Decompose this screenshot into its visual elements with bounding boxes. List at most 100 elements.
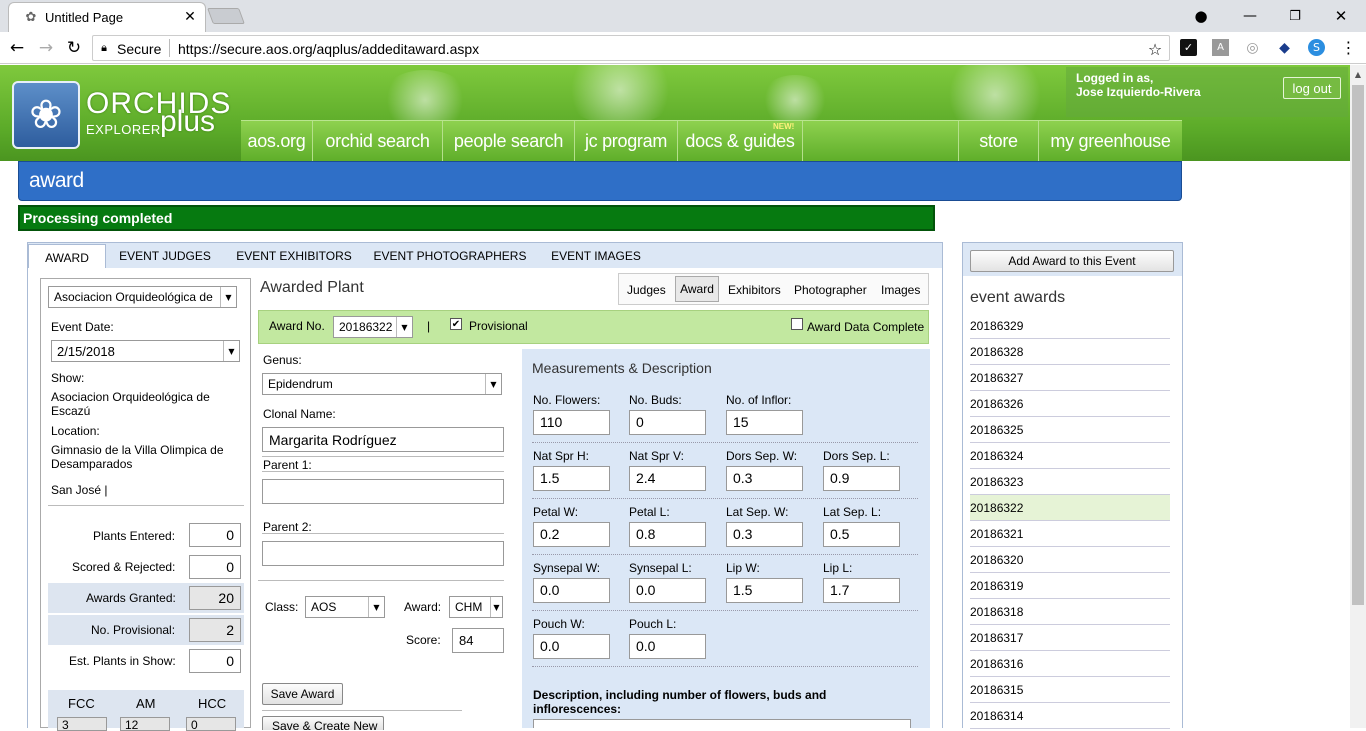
- subtab-images[interactable]: Images: [881, 283, 920, 297]
- event-award-item[interactable]: 20186329: [970, 313, 1170, 339]
- event-award-item[interactable]: 20186321: [970, 521, 1170, 547]
- orchid-logo-icon[interactable]: ❀: [12, 81, 80, 149]
- event-award-item[interactable]: 20186316: [970, 651, 1170, 677]
- synsepal-l-input[interactable]: 0.0: [629, 578, 706, 603]
- petal-w-input[interactable]: 0.2: [533, 522, 610, 547]
- extension-skype-icon[interactable]: S: [1308, 39, 1325, 56]
- minimize-icon[interactable]: —: [1238, 5, 1262, 27]
- provisional-checkbox[interactable]: ✔: [450, 318, 462, 330]
- subtab-photographer[interactable]: Photographer: [794, 283, 867, 297]
- reload-icon[interactable]: ↻: [63, 37, 85, 59]
- profile-icon[interactable]: ●: [1190, 5, 1212, 27]
- clonal-name-input[interactable]: Margarita Rodríguez: [262, 427, 504, 452]
- extension-cap-icon[interactable]: ◆: [1276, 39, 1293, 56]
- tab-award[interactable]: AWARD: [28, 244, 106, 270]
- nav-store[interactable]: store: [959, 121, 1039, 161]
- lat-sep-w-input[interactable]: 0.3: [726, 522, 803, 547]
- nav-my-greenhouse[interactable]: my greenhouse: [1039, 121, 1182, 161]
- save-award-button[interactable]: Save Award: [262, 683, 343, 705]
- parent2-input[interactable]: [262, 541, 504, 566]
- lat-sep-w-label: Lat Sep. W:: [726, 505, 789, 519]
- new-tab-button[interactable]: [207, 8, 245, 24]
- event-award-item[interactable]: 20186322: [970, 495, 1170, 521]
- class-value: AOS: [311, 600, 337, 614]
- event-award-item[interactable]: 20186315: [970, 677, 1170, 703]
- extension-pdf-icon[interactable]: A: [1212, 39, 1229, 56]
- synsepal-w-input[interactable]: 0.0: [533, 578, 610, 603]
- tab-event-images[interactable]: EVENT IMAGES: [542, 244, 650, 268]
- society-select[interactable]: Asociacion Orquideológica de ▼: [48, 286, 237, 308]
- browser-tab[interactable]: ✿ Untitled Page ✕: [8, 2, 206, 32]
- page-scrollbar[interactable]: ▲: [1350, 65, 1366, 728]
- menu-icon[interactable]: ⋮: [1340, 38, 1357, 57]
- parent1-input[interactable]: [262, 479, 504, 504]
- event-award-item[interactable]: 20186317: [970, 625, 1170, 651]
- extension-circle-icon[interactable]: ◎: [1244, 39, 1261, 56]
- tab-event-photographers[interactable]: EVENT PHOTOGRAPHERS: [372, 244, 528, 268]
- event-award-item[interactable]: 20186318: [970, 599, 1170, 625]
- url-text[interactable]: https://secure.aos.org/aqplus/addeditawa…: [178, 41, 479, 57]
- event-award-item[interactable]: 20186326: [970, 391, 1170, 417]
- genus-select[interactable]: Epidendrum ▼: [262, 373, 502, 395]
- dors-sep-l-input[interactable]: 0.9: [823, 466, 900, 491]
- tab-event-exhibitors[interactable]: EVENT EXHIBITORS: [230, 244, 358, 268]
- class-select[interactable]: AOS ▼: [305, 596, 385, 618]
- bookmark-star-icon[interactable]: ☆: [1145, 39, 1165, 59]
- subtab-judges[interactable]: Judges: [627, 283, 666, 297]
- lat-sep-l-input[interactable]: 0.5: [823, 522, 900, 547]
- nat-spr-h-input[interactable]: 1.5: [533, 466, 610, 491]
- no-buds-input[interactable]: 0: [629, 410, 706, 435]
- award-no-select[interactable]: 20186322 ▼: [333, 316, 413, 338]
- event-award-item[interactable]: 20186325: [970, 417, 1170, 443]
- society-value: Asociacion Orquideológica de: [54, 290, 213, 304]
- pouch-w-input[interactable]: 0.0: [533, 634, 610, 659]
- extension-check-icon[interactable]: ✓: [1180, 39, 1197, 56]
- close-window-icon[interactable]: ✕: [1329, 5, 1353, 27]
- subtab-award[interactable]: Award: [675, 276, 719, 302]
- back-icon[interactable]: ←: [6, 37, 28, 59]
- no-inflor-input[interactable]: 15: [726, 410, 803, 435]
- divider: [262, 710, 462, 711]
- logout-button[interactable]: log out: [1283, 77, 1341, 99]
- lip-l-input[interactable]: 1.7: [823, 578, 900, 603]
- dors-sep-w-input[interactable]: 0.3: [726, 466, 803, 491]
- no-flowers-input[interactable]: 110: [533, 410, 610, 435]
- nat-spr-v-input[interactable]: 2.4: [629, 466, 706, 491]
- description-label-line1: Description, including number of flowers…: [533, 688, 827, 702]
- event-award-item[interactable]: 20186320: [970, 547, 1170, 573]
- event-award-item[interactable]: 20186327: [970, 365, 1170, 391]
- add-award-button[interactable]: Add Award to this Event: [970, 250, 1174, 272]
- nav-jc-program[interactable]: jc program: [575, 121, 678, 161]
- description-textarea[interactable]: [533, 719, 911, 728]
- plants-entered-input[interactable]: 0: [189, 523, 241, 547]
- show-name-line2: Escazú: [51, 404, 91, 418]
- event-award-item[interactable]: 20186328: [970, 339, 1170, 365]
- show-name-line1: Asociacion Orquideológica de: [51, 390, 210, 404]
- nav-aos[interactable]: aos.org: [241, 121, 313, 161]
- event-award-item[interactable]: 20186324: [970, 443, 1170, 469]
- petal-l-input[interactable]: 0.8: [629, 522, 706, 547]
- address-bar[interactable]: 🔒︎ Secure https://secure.aos.org/aqplus/…: [92, 35, 1170, 61]
- score-input[interactable]: 84: [452, 628, 504, 653]
- scroll-up-icon[interactable]: ▲: [1353, 69, 1363, 79]
- scored-rejected-input[interactable]: 0: [189, 555, 241, 579]
- event-award-item[interactable]: 20186314: [970, 703, 1170, 729]
- event-award-item[interactable]: 20186323: [970, 469, 1170, 495]
- award-type-select[interactable]: CHM ▼: [449, 596, 503, 618]
- event-date-select[interactable]: 2/15/2018 ▼: [51, 340, 240, 362]
- nav-people-search[interactable]: people search: [443, 121, 575, 161]
- award-complete-checkbox[interactable]: [791, 318, 803, 330]
- forward-icon[interactable]: →: [35, 37, 57, 59]
- nav-orchid-search[interactable]: orchid search: [313, 121, 443, 161]
- lip-w-input[interactable]: 1.5: [726, 578, 803, 603]
- close-tab-icon[interactable]: ✕: [181, 8, 199, 26]
- subtab-exhibitors[interactable]: Exhibitors: [728, 283, 781, 297]
- logo-plus: plus: [160, 105, 216, 138]
- description-label-line2: inflorescences:: [533, 702, 622, 716]
- event-award-item[interactable]: 20186319: [970, 573, 1170, 599]
- pouch-l-input[interactable]: 0.0: [629, 634, 706, 659]
- est-plants-input[interactable]: 0: [189, 649, 241, 673]
- restore-icon[interactable]: ❐: [1283, 5, 1307, 27]
- scrollbar-thumb[interactable]: [1352, 85, 1364, 605]
- tab-event-judges[interactable]: EVENT JUDGES: [113, 244, 217, 268]
